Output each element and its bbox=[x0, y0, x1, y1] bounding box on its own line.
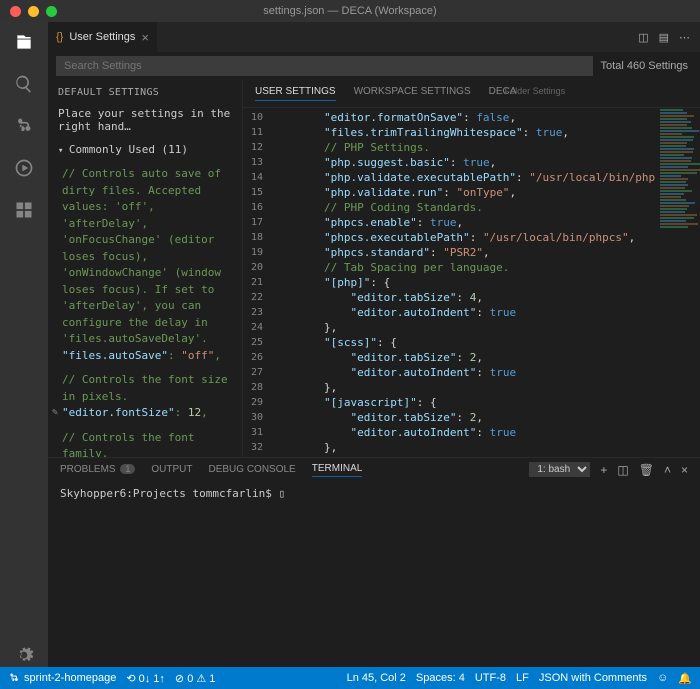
minimap[interactable] bbox=[656, 108, 700, 457]
split-editor-icon[interactable]: ◫ bbox=[638, 31, 648, 44]
panel-tab-problems[interactable]: PROBLEMS 1 bbox=[60, 464, 135, 475]
new-terminal-icon[interactable]: + bbox=[600, 463, 607, 477]
terminal-body[interactable]: Skyhopper6:Projects tommcfarlin$ ▯ bbox=[48, 481, 700, 667]
status-eol[interactable]: LF bbox=[516, 672, 529, 684]
status-language-mode[interactable]: JSON with Comments bbox=[539, 672, 647, 684]
close-window-icon[interactable] bbox=[10, 6, 21, 17]
close-panel-icon[interactable]: × bbox=[681, 463, 688, 477]
status-indentation[interactable]: Spaces: 4 bbox=[416, 672, 465, 684]
bottom-panel: PROBLEMS 1 OUTPUT DEBUG CONSOLE TERMINAL… bbox=[48, 457, 700, 667]
maximize-panel-icon[interactable]: ˄ bbox=[664, 463, 671, 477]
panel-tab-output[interactable]: OUTPUT bbox=[151, 464, 192, 475]
status-sync[interactable]: ⟲ 0↓ 1↑ bbox=[126, 672, 165, 685]
status-encoding[interactable]: UTF-8 bbox=[475, 672, 506, 684]
code-area[interactable]: "editor.formatOnSave": false, "files.tri… bbox=[271, 108, 656, 457]
maximize-window-icon[interactable] bbox=[46, 6, 57, 17]
status-cursor-position[interactable]: Ln 45, Col 2 bbox=[347, 672, 406, 684]
edit-setting-icon[interactable]: ✎ bbox=[52, 405, 58, 420]
tab-user-settings[interactable]: {} User Settings × bbox=[48, 22, 158, 52]
scope-folder-settings[interactable]: DECA Folder Settings bbox=[489, 86, 566, 101]
commonly-used-section[interactable]: Commonly Used (11) bbox=[48, 139, 242, 160]
default-settings-header: DEFAULT SETTINGS bbox=[48, 80, 242, 105]
debug-icon[interactable] bbox=[12, 156, 36, 180]
window-controls bbox=[0, 6, 57, 17]
scope-workspace-settings[interactable]: WORKSPACE SETTINGS bbox=[354, 86, 471, 101]
activity-bar bbox=[0, 22, 48, 667]
titlebar: settings.json — DECA (Workspace) bbox=[0, 0, 700, 22]
source-control-icon[interactable] bbox=[12, 114, 36, 138]
status-notifications-icon[interactable]: 🔔 bbox=[678, 672, 692, 685]
status-branch[interactable]: sprint-2-homepage bbox=[8, 672, 116, 684]
line-number-gutter: 1011121314151617181920212223242526272829… bbox=[243, 108, 271, 457]
status-problems[interactable]: ⊘ 0 ⚠ 1 bbox=[175, 672, 215, 685]
settings-scope-tabs: USER SETTINGS WORKSPACE SETTINGS DECA Fo… bbox=[243, 80, 700, 108]
scope-user-settings[interactable]: USER SETTINGS bbox=[255, 86, 336, 101]
default-settings-pane: DEFAULT SETTINGS Place your settings in … bbox=[48, 80, 243, 457]
search-icon[interactable] bbox=[12, 72, 36, 96]
panel-tab-terminal[interactable]: TERMINAL bbox=[312, 463, 363, 477]
terminal-prompt: Skyhopper6:Projects tommcfarlin$ ▯ bbox=[60, 487, 688, 500]
settings-editor[interactable]: 1011121314151617181920212223242526272829… bbox=[243, 108, 700, 457]
kill-terminal-icon[interactable]: 🗑 bbox=[639, 463, 654, 477]
settings-search-input[interactable] bbox=[56, 56, 593, 76]
settings-search-row: Total 460 Settings bbox=[48, 52, 700, 80]
settings-gear-icon[interactable] bbox=[12, 643, 36, 667]
minimize-window-icon[interactable] bbox=[28, 6, 39, 17]
close-tab-icon[interactable]: × bbox=[141, 30, 149, 45]
status-feedback-icon[interactable]: ☺ bbox=[657, 672, 668, 684]
default-settings-hint: Place your settings in the right hand… bbox=[48, 105, 242, 139]
split-terminal-icon[interactable]: ◫ bbox=[617, 463, 628, 477]
extensions-icon[interactable] bbox=[12, 198, 36, 222]
json-file-icon: {} bbox=[56, 31, 63, 43]
panel-tab-debug-console[interactable]: DEBUG CONSOLE bbox=[208, 464, 295, 475]
settings-total-count: Total 460 Settings bbox=[601, 60, 700, 72]
open-settings-json-icon[interactable]: ▤ bbox=[659, 31, 669, 44]
tab-bar: {} User Settings × ◫ ▤ ⋯ bbox=[48, 22, 700, 52]
tab-label: User Settings bbox=[69, 31, 135, 43]
more-actions-icon[interactable]: ⋯ bbox=[679, 31, 690, 44]
explorer-icon[interactable] bbox=[12, 30, 36, 54]
terminal-selector[interactable]: 1: bash bbox=[529, 462, 590, 477]
status-bar: sprint-2-homepage ⟲ 0↓ 1↑ ⊘ 0 ⚠ 1 Ln 45,… bbox=[0, 667, 700, 689]
window-title: settings.json — DECA (Workspace) bbox=[0, 5, 700, 17]
